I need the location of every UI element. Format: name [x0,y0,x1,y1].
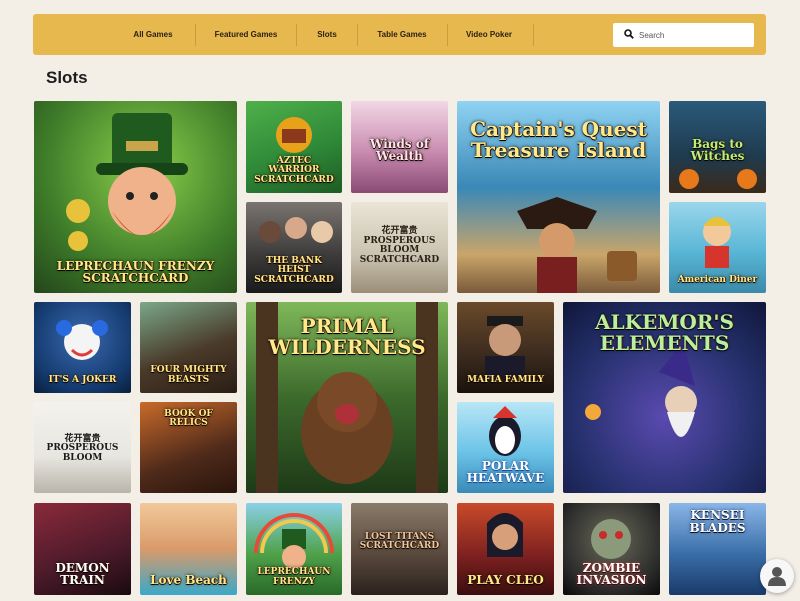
user-help-button[interactable] [760,559,794,593]
search-icon [624,29,634,39]
page-title: Slots [46,68,88,87]
nav-all-games[interactable]: All Games [118,24,188,46]
game-tile-captains-quest[interactable]: Captain's Quest Treasure Island [457,101,660,293]
game-title: American Diner [677,274,758,285]
game-tile-leprechaun-frenzy-scratchcard[interactable]: LEPRECHAUN FRENZY SCRATCHCARD [34,101,237,293]
game-title: ZOMBIE INVASION [576,560,647,588]
nav-divider [195,24,196,46]
game-tile-polar-heatwave[interactable]: POLAR HEATWAVE [457,402,554,493]
game-tile-book-of-relics[interactable]: BOOK OF RELICS [140,402,237,493]
game-title: DEMON TRAIN [55,560,110,588]
game-title: BOOK OF RELICS [164,409,213,429]
game-title: THE BANK HEIST SCRATCHCARD [254,255,334,285]
game-tile-lost-titans[interactable]: LOST TITANS SCRATCHCARD [351,503,448,595]
game-tile-demon-train[interactable]: DEMON TRAIN [34,503,131,595]
top-navbar: All Games Featured Games Slots Table Gam… [33,14,766,55]
game-tile-winds-of-wealth[interactable]: Winds of Wealth [351,101,448,193]
game-title: Captain's Quest Treasure Island [470,117,647,162]
game-title: Love Beach [150,573,227,588]
nav-divider [533,24,534,46]
game-tile-zombie-invasion[interactable]: ZOMBIE INVASION [563,503,660,595]
game-title: LEPRECHAUN FRENZY [257,567,331,587]
game-tile-american-diner[interactable]: American Diner [669,202,766,293]
game-tile-kensei-blades[interactable]: KENSEI BLADES [669,503,766,595]
game-title: 花开富贵 PROSPEROUS BLOOM [46,433,119,463]
game-title: ALKEMOR'S ELEMENTS [595,310,734,355]
nav-video-poker[interactable]: Video Poker [453,24,525,46]
game-title: AZTEC WARRIOR SCRATCHCARD [254,155,334,185]
game-title: Bags to Witches [690,136,745,164]
game-tile-four-mighty-beasts[interactable]: FOUR MIGHTY BEASTS [140,302,237,393]
game-title: PLAY CLEO [467,573,544,588]
game-title: POLAR HEATWAVE [466,458,545,486]
search-box[interactable] [613,23,754,47]
search-input[interactable] [639,26,747,44]
game-tile-aztec-warrior[interactable]: AZTEC WARRIOR SCRATCHCARD [246,101,342,193]
game-tile-leprechaun-frenzy[interactable]: LEPRECHAUN FRENZY [246,503,342,595]
nav-table-games[interactable]: Table Games [363,24,441,46]
user-help-icon [768,567,786,586]
nav-slots[interactable]: Slots [303,24,351,46]
game-title: FOUR MIGHTY BEASTS [150,365,227,385]
nav-divider [296,24,297,46]
game-title: Winds of Wealth [369,136,430,164]
game-tile-love-beach[interactable]: Love Beach [140,503,237,595]
game-title: MAFIA FAMILY [467,374,544,385]
game-tile-play-cleo[interactable]: PLAY CLEO [457,503,554,595]
game-title: LOST TITANS SCRATCHCARD [359,532,440,552]
game-tile-alkemors-elements[interactable]: ALKEMOR'S ELEMENTS [563,302,766,493]
game-title: KENSEI BLADES [689,508,746,535]
nav-featured-games[interactable]: Featured Games [203,24,289,46]
game-title: 花开富贵 PROSPEROUS BLOOM SCRATCHCARD [359,226,440,265]
game-tile-its-a-joker[interactable]: IT'S A JOKER [34,302,131,393]
game-tile-primal-wilderness[interactable]: PRIMAL WILDERNESS [246,302,448,493]
nav-divider [447,24,448,46]
game-tile-prosperous-bloom-scratchcard[interactable]: 花开富贵 PROSPEROUS BLOOM SCRATCHCARD [351,202,448,293]
game-tile-mafia-family[interactable]: MAFIA FAMILY [457,302,554,393]
game-tile-prosperous-bloom[interactable]: 花开富贵 PROSPEROUS BLOOM [34,402,131,493]
nav-divider [357,24,358,46]
game-title: PRIMAL WILDERNESS [268,314,426,359]
game-title: LEPRECHAUN FRENZY SCRATCHCARD [56,258,215,286]
game-title: IT'S A JOKER [48,374,117,385]
game-tile-the-bank-heist[interactable]: THE BANK HEIST SCRATCHCARD [246,202,342,293]
game-tile-bags-to-witches[interactable]: Bags to Witches [669,101,766,193]
